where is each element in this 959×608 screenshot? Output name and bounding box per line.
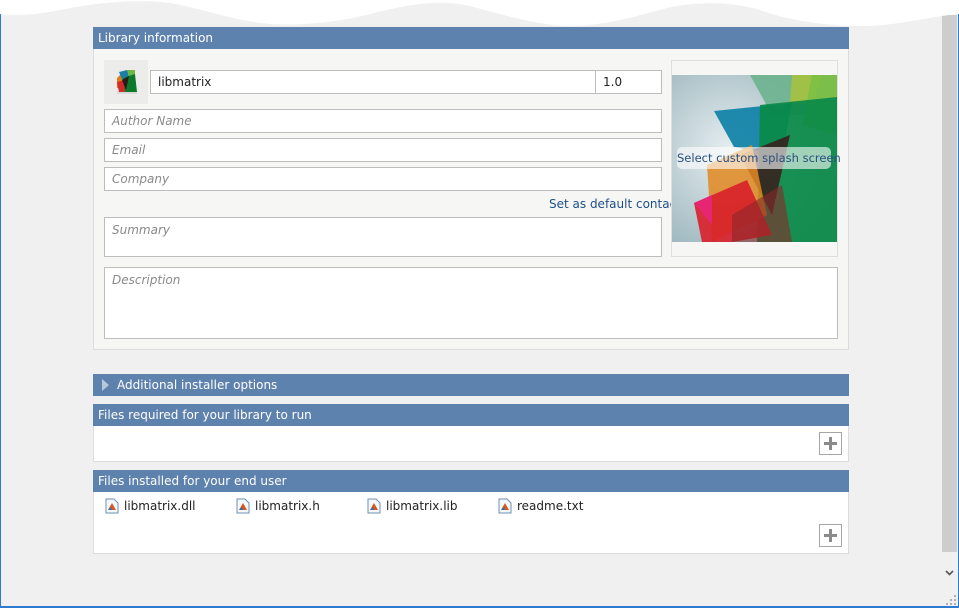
files-installed-header: Files installed for your end user [93,470,849,492]
summary-input[interactable]: Summary [104,217,662,257]
files-installed-title: Files installed for your end user [98,474,287,488]
files-required-title: Files required for your library to run [98,408,312,422]
splash-screen-selector[interactable]: Select custom splash screen [671,60,841,257]
expand-triangle-icon[interactable] [102,378,109,391]
library-icon-button[interactable] [104,60,148,104]
library-info-title: Library information [98,31,214,45]
file-item[interactable]: libmatrix.lib [367,498,458,514]
select-splash-screen-label[interactable]: Select custom splash screen [677,147,841,169]
file-name: readme.txt [517,499,584,513]
files-required-header: Files required for your library to run [93,404,849,426]
matlab-file-icon [367,498,381,514]
library-name-input[interactable]: libmatrix [150,70,596,94]
plus-icon [824,529,837,542]
matlab-toolbox-icon [117,70,137,94]
additional-installer-options-header[interactable]: Additional installer options [93,374,849,396]
scrollbar-thumb[interactable] [942,15,957,552]
description-input[interactable]: Description [104,267,838,339]
author-name-input[interactable]: Author Name [104,109,662,133]
matlab-file-icon [105,498,119,514]
file-item[interactable]: libmatrix.dll [105,498,196,514]
add-installed-file-button[interactable] [819,524,842,547]
email-input[interactable]: Email [104,138,662,162]
chevron-down-icon [945,570,954,576]
additional-installer-options-title: Additional installer options [117,378,278,392]
file-name: libmatrix.dll [124,499,196,513]
plus-icon [824,437,837,450]
set-default-contact-link[interactable]: Set as default contact [549,197,681,211]
file-name: libmatrix.lib [386,499,458,513]
file-name: libmatrix.h [255,499,320,513]
resize-grip-icon[interactable] [945,594,957,606]
torn-edge-decoration [0,0,959,26]
matlab-file-icon [498,498,512,514]
file-item[interactable]: libmatrix.h [236,498,320,514]
library-info-header: Library information [93,27,849,49]
company-input[interactable]: Company [104,167,662,191]
scroll-down-button[interactable] [942,565,957,581]
add-required-file-button[interactable] [819,432,842,455]
version-input[interactable]: 1.0 [595,70,662,94]
matlab-file-icon [236,498,250,514]
file-item[interactable]: readme.txt [498,498,583,514]
files-required-panel [93,426,849,462]
files-installed-panel [93,492,849,554]
